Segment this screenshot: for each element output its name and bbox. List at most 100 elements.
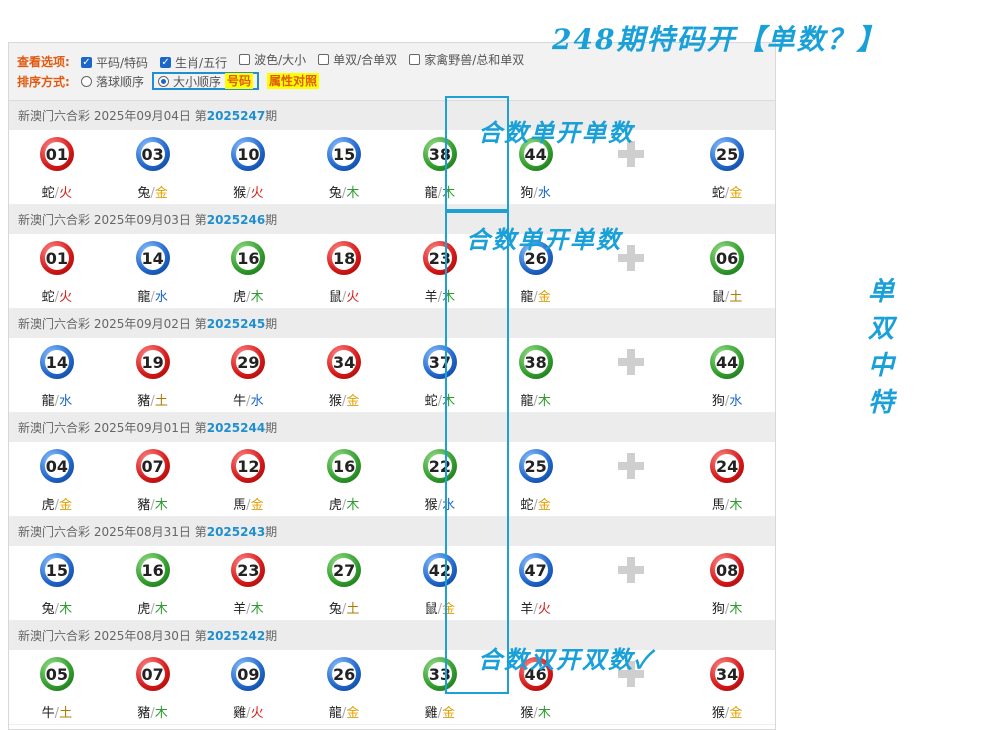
element-label: 金: [442, 705, 456, 721]
ball-cell: 44: [679, 345, 775, 379]
ball-number: 34: [332, 352, 356, 372]
zodiac-label: 猴: [424, 497, 438, 513]
attribute-compare-button[interactable]: 属性对照: [267, 73, 320, 89]
checkbox-icon[interactable]: ✓: [160, 57, 172, 69]
ball-cell: 27: [296, 553, 392, 587]
balls-row: 01 03 10 15 38 44 25: [9, 130, 775, 178]
view-option-checkbox[interactable]: 波色/大小: [239, 51, 306, 68]
zodiac-label: 蛇: [41, 289, 55, 305]
draw-date: 新澳门六合彩 2025年09月02日 第: [18, 317, 207, 331]
checkbox-icon[interactable]: [318, 53, 330, 65]
zodiac-element: 鼠/火: [296, 286, 392, 305]
ball-number: 44: [715, 352, 739, 372]
zodiac-element: 龍/金: [296, 702, 392, 721]
zodiac-element: 兔/金: [105, 182, 201, 201]
zodiac-label: 猴: [328, 393, 342, 409]
zodiac-label: 兔: [41, 601, 55, 617]
radio-icon[interactable]: [81, 75, 92, 87]
ball-cell: 14: [9, 345, 105, 379]
zodiac-element: 猴/金: [679, 702, 775, 721]
blue-ball: 47: [518, 553, 553, 587]
zodiac-label: 蛇: [520, 497, 534, 513]
zodiac-label: 豬: [137, 705, 151, 721]
ball-number: 07: [141, 664, 164, 684]
zodiac-label: 牛: [233, 393, 247, 409]
draw-date: 新澳门六合彩 2025年09月01日 第: [18, 421, 207, 435]
plus-cell: [584, 453, 680, 479]
element-label: 水: [729, 393, 743, 409]
ball-cell: 10: [201, 137, 297, 171]
zodiac-element: 蛇/火: [9, 286, 105, 305]
zodiac-element: 蛇/金: [679, 182, 775, 201]
radio-icon[interactable]: [158, 75, 170, 87]
zodiac-element: 兔/木: [296, 182, 392, 201]
element-label: 土: [346, 601, 360, 617]
view-option-checkbox[interactable]: 单双/合单双: [318, 51, 397, 68]
zodiac-element: 兔/木: [9, 598, 105, 617]
ball-cell: 09: [201, 657, 297, 691]
ball-cell: 04: [9, 449, 105, 483]
zodiac-element: 雞/金: [392, 702, 488, 721]
plus-cell: [584, 557, 680, 583]
ball-number: 06: [715, 248, 739, 268]
blue-ball: 03: [135, 137, 170, 171]
zodiac-row: 牛/土 豬/木 雞/火 龍/金 雞/金 猴/木 猴/金: [9, 698, 775, 725]
annotation-note: 合数双开双数✓: [478, 645, 653, 674]
ball-number: 38: [524, 352, 547, 372]
zodiac-label: 鼠: [711, 289, 725, 305]
draw-header: 新澳门六合彩 2025年09月03日 第 2025246 期: [9, 205, 775, 234]
sort-options: 排序方式: 落球顺序 大小顺序 号码 属性对照: [17, 71, 767, 91]
view-option-checkbox[interactable]: ✓ 平码/特码: [81, 54, 148, 71]
balls-row: 14 19 29 34 37 38 44: [9, 338, 775, 386]
ball-cell: 19: [105, 345, 201, 379]
zodiac-row: 虎/金 豬/木 馬/金 虎/木 猴/水 蛇/金 馬/木: [9, 490, 775, 517]
ball-cell: 08: [679, 553, 775, 587]
ball-cell: 01: [9, 241, 105, 275]
ball-number: 14: [45, 352, 68, 372]
number-attr-button[interactable]: 号码: [225, 73, 254, 89]
element-label: 木: [154, 601, 168, 617]
checkbox-label: 家禽野兽/总和单双: [424, 52, 525, 67]
ball-number: 29: [237, 352, 260, 372]
sort-by-size[interactable]: 大小顺序 号码: [152, 72, 260, 90]
blue-ball: 10: [231, 137, 266, 171]
checkbox-label: 单双/合单双: [333, 52, 398, 67]
sort-by-draw-order[interactable]: 落球顺序: [81, 73, 144, 90]
zodiac-element: 猴/金: [296, 390, 392, 409]
draw-date: 新澳门六合彩 2025年08月30日 第: [18, 629, 207, 643]
draw-suffix: 期: [265, 421, 278, 435]
draw-issue: 2025245: [206, 316, 266, 331]
ball-cell: 06: [679, 241, 775, 275]
balls-row: 05 07 09 26 33 46 34: [9, 650, 775, 698]
zodiac-label: 蛇: [424, 393, 438, 409]
element-label: 木: [154, 705, 168, 721]
zodiac-element: 猴/木: [488, 702, 584, 721]
draw-header: 新澳门六合彩 2025年09月02日 第 2025245 期: [9, 309, 775, 338]
element-label: 土: [729, 289, 743, 305]
green-ball: 16: [135, 553, 170, 587]
plus-icon: [618, 245, 645, 271]
zodiac-label: 狗: [711, 601, 725, 617]
zodiac-label: 龍: [137, 289, 151, 305]
red-ball: 01: [39, 137, 74, 171]
element-label: 金: [729, 705, 743, 721]
view-option-checkbox[interactable]: 家禽野兽/总和单双: [409, 51, 524, 68]
green-ball: 16: [327, 449, 362, 483]
ball-number: 16: [237, 248, 260, 268]
checkbox-icon[interactable]: ✓: [81, 57, 92, 69]
zodiac-label: 鼠: [424, 601, 438, 617]
draw-suffix: 期: [265, 629, 278, 643]
zodiac-label: 馬: [711, 497, 725, 513]
view-option-checkbox[interactable]: ✓ 生肖/五行: [160, 54, 227, 71]
red-ball: 19: [135, 345, 170, 379]
checkbox-icon[interactable]: [239, 53, 251, 65]
element-label: 金: [250, 497, 264, 513]
zodiac-label: 兔: [137, 185, 151, 201]
element-label: 木: [537, 393, 551, 409]
zodiac-label: 龍: [520, 393, 534, 409]
zodiac-label: 虎: [328, 497, 342, 513]
draw-suffix: 期: [265, 109, 278, 123]
checkbox-icon[interactable]: [409, 53, 421, 65]
zodiac-label: 龍: [328, 705, 342, 721]
element-label: 木: [154, 497, 168, 513]
